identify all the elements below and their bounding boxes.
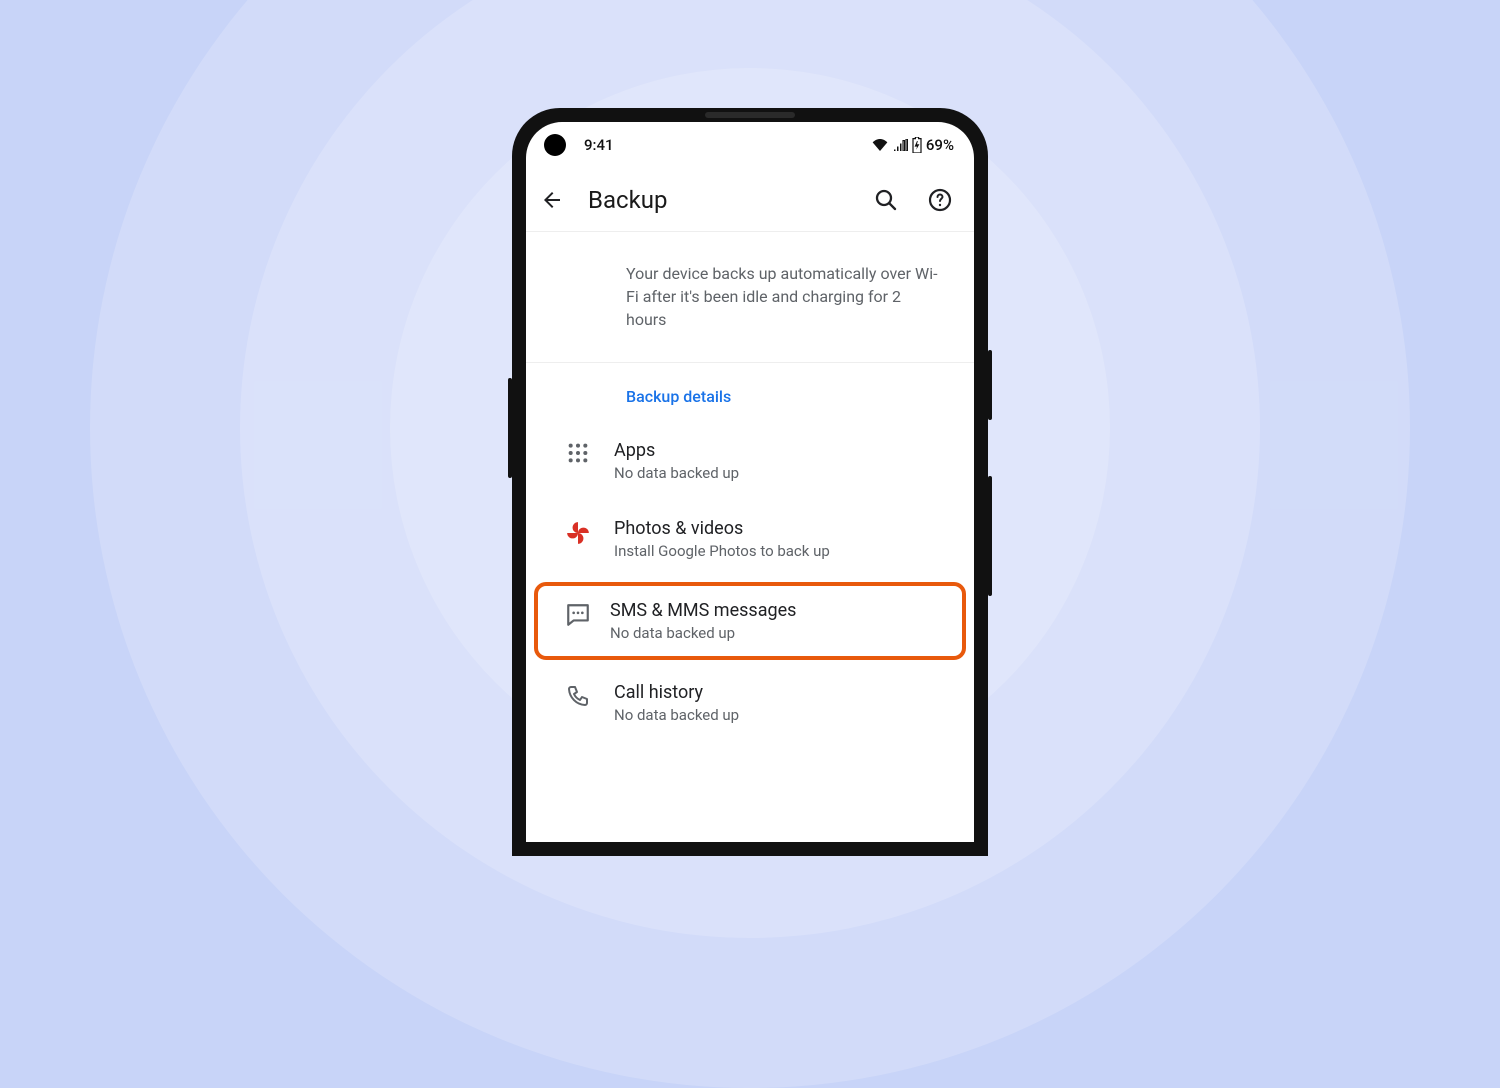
status-time: 9:41 [584, 136, 614, 154]
appbar: Backup [526, 168, 974, 232]
section-backup-details: Backup details [526, 363, 974, 422]
messages-icon [550, 600, 606, 628]
calls-title: Call history [614, 682, 739, 703]
apps-title: Apps [614, 440, 739, 461]
backup-item-photos[interactable]: Photos & videos Install Google Photos to… [526, 500, 974, 578]
help-icon [928, 188, 952, 212]
backup-item-sms[interactable]: SMS & MMS messages No data backed up [534, 582, 966, 660]
backup-item-apps[interactable]: Apps No data backed up [526, 422, 974, 500]
battery-icon [912, 137, 922, 153]
info-text: Your device backs up automatically over … [626, 262, 944, 332]
phone-frame: 9:41 69% Backup [512, 108, 988, 856]
sms-title: SMS & MMS messages [610, 600, 796, 621]
photos-title: Photos & videos [614, 518, 830, 539]
front-camera [544, 134, 566, 156]
statusbar: 9:41 69% [526, 122, 974, 168]
side-button-left [508, 378, 512, 478]
sms-subtitle: No data backed up [610, 624, 796, 642]
photos-subtitle: Install Google Photos to back up [614, 542, 830, 560]
help-button[interactable] [926, 186, 954, 214]
apps-icon [546, 440, 610, 464]
wifi-icon [872, 139, 888, 151]
backup-item-calls[interactable]: Call history No data backed up [526, 664, 974, 742]
signal-icon [892, 139, 908, 151]
phone-icon [546, 682, 610, 708]
search-button[interactable] [872, 186, 900, 214]
page-title: Backup [588, 186, 667, 214]
arrow-left-icon [540, 188, 564, 212]
photos-icon [546, 518, 610, 546]
calls-subtitle: No data backed up [614, 706, 739, 724]
screen: 9:41 69% Backup [526, 122, 974, 842]
apps-subtitle: No data backed up [614, 464, 739, 482]
earpiece [705, 112, 795, 118]
search-icon [874, 188, 898, 212]
battery-percent: 69% [926, 136, 954, 154]
back-button[interactable] [538, 186, 566, 214]
side-button-right-2 [988, 476, 992, 596]
side-button-right-1 [988, 350, 992, 420]
info-block: Your device backs up automatically over … [526, 232, 974, 363]
